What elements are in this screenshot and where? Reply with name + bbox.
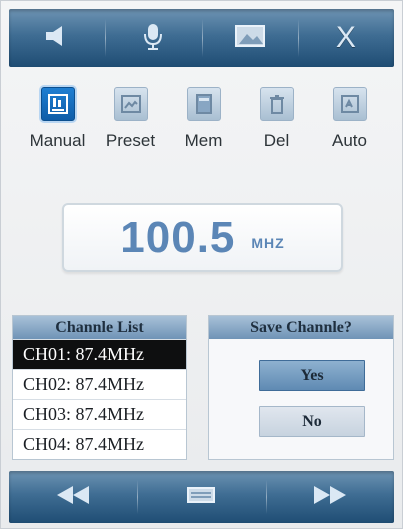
speaker-icon xyxy=(42,23,72,53)
radio-app-window: X Manual Preset Mem Del Auto 100.5 MHZ C… xyxy=(0,0,403,529)
mode-label: Preset xyxy=(105,131,156,150)
mode-manual[interactable]: Manual xyxy=(21,87,94,169)
frequency-value: 100.5 xyxy=(120,212,236,262)
bottom-toolbar xyxy=(9,471,394,523)
channel-list-item[interactable]: CH01: 87.4MHz xyxy=(13,339,186,369)
microphone-icon xyxy=(140,21,166,55)
mode-mem[interactable]: Mem xyxy=(167,87,240,169)
top-toolbar: X xyxy=(9,9,394,67)
mode-preset[interactable]: Preset xyxy=(94,87,167,169)
rewind-button[interactable] xyxy=(9,471,137,523)
mode-auto[interactable]: Auto xyxy=(313,87,386,169)
mode-label: Manual xyxy=(29,131,86,150)
mode-label: Mem xyxy=(184,131,223,150)
image-icon xyxy=(233,22,267,54)
fast-forward-button[interactable] xyxy=(265,471,394,523)
mode-label: Auto xyxy=(332,131,367,150)
mode-toolbar: Manual Preset Mem Del Auto xyxy=(21,87,386,169)
channel-list-item[interactable]: CH04: 87.4MHz xyxy=(13,429,186,459)
memory-icon xyxy=(186,87,221,121)
menu-button[interactable] xyxy=(137,471,265,523)
channel-list-title: Channle List xyxy=(13,316,186,339)
channel-list: Channle List CH01: 87.4MHz CH02: 87.4MHz… xyxy=(12,315,187,460)
frequency-display: 100.5 MHZ xyxy=(62,203,343,272)
speaker-button[interactable] xyxy=(9,9,105,67)
preset-icon xyxy=(113,87,148,121)
close-icon: X xyxy=(335,21,356,54)
channel-list-item[interactable]: CH03: 87.4MHz xyxy=(13,399,186,429)
auto-icon xyxy=(332,87,367,121)
image-button[interactable] xyxy=(201,9,298,67)
rewind-icon xyxy=(51,483,95,511)
menu-icon xyxy=(184,483,218,511)
close-button[interactable]: X xyxy=(297,9,394,67)
yes-button[interactable]: Yes xyxy=(259,360,365,391)
no-button[interactable]: No xyxy=(259,406,365,437)
save-channel-dialog: Save Channle? Yes No xyxy=(208,315,394,460)
manual-icon xyxy=(40,87,75,121)
channel-list-item[interactable]: CH02: 87.4MHz xyxy=(13,369,186,399)
fast-forward-icon xyxy=(308,483,352,511)
microphone-button[interactable] xyxy=(105,9,201,67)
frequency-unit: MHZ xyxy=(251,234,285,251)
mode-label: Del xyxy=(263,131,290,150)
save-dialog-title: Save Channle? xyxy=(209,316,393,339)
mode-del[interactable]: Del xyxy=(240,87,313,169)
trash-icon xyxy=(259,87,294,121)
